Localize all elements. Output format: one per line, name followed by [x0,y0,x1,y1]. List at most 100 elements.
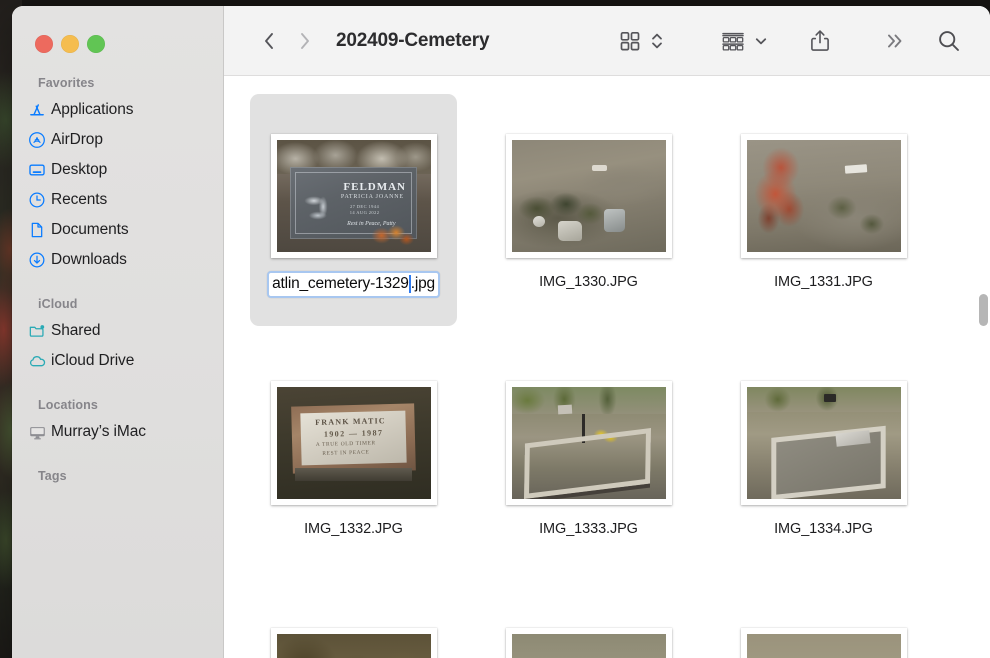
photo-dry-brush [276,634,431,658]
sidebar-item-shared[interactable]: Shared [21,316,215,346]
sidebar-item-desktop[interactable]: Desktop [21,155,215,185]
file-thumbnail[interactable] [505,381,672,505]
sidebar-group-icloud: iCloud Shared iCloud Drive [12,297,224,376]
file-item[interactable]: FRANK MATIC 1902 — 1987 A TRUE OLD TIMER… [250,341,457,573]
file-name-label: IMG_1333.JPG [539,521,638,537]
close-button[interactable] [35,35,53,53]
file-grid: FELDMAN PATRICIA JOANNE 27 DEC 1944 14 AU… [224,76,990,658]
file-thumbnail[interactable]: FELDMAN PATRICIA JOANNE 27 DEC 1944 14 AU… [270,134,437,258]
photo-rock-right [603,209,626,232]
sidebar-item-label: AirDrop [51,131,103,148]
photo-art-ground-stones [511,140,666,252]
file-name-label: IMG_1332.JPG [304,521,403,537]
cloud-icon [27,351,47,371]
sidebar-item-downloads[interactable]: Downloads [21,245,215,275]
sidebar-item-label: Murray’s iMac [51,423,146,440]
sidebar-item-label: Documents [51,221,129,238]
file-thumbnail[interactable]: FRANK MATIC 1902 — 1987 A TRUE OLD TIMER… [270,381,437,505]
search-icon[interactable] [936,28,962,54]
photo-art-brush-slab [276,634,431,658]
finder-sidebar: Favorites Applications AirDrop Desktop R… [12,6,224,658]
photo-dates-text: 27 DEC 1944 14 AUG 2022 [349,204,380,216]
photo-art-wood-frame-grave [511,387,666,499]
airdrop-icon [27,130,47,150]
sidebar-item-label: Desktop [51,161,108,178]
sidebar-item-applications[interactable]: Applications [21,95,215,125]
file-item[interactable]: IMG_1333.JPG [485,341,692,573]
chevron-left-icon[interactable] [262,30,276,52]
vertical-scrollbar-thumb[interactable] [979,294,988,326]
photo-preview: FELDMAN PATRICIA JOANNE 27 DEC 1944 14 AU… [276,140,431,252]
window-controls [35,35,105,53]
file-item[interactable]: IMG_1330.JPG [485,94,692,326]
photo-given-name-text: PATRICIA JOANNE [340,194,404,201]
sidebar-item-label: iCloud Drive [51,352,135,369]
rename-input-extension: .jpg [410,275,435,292]
chevron-down-icon[interactable] [754,34,768,48]
photo-treeline [511,387,666,414]
rename-input-stem: atlin_cemetery-1329 [272,275,409,292]
sidebar-item-murrays-imac[interactable]: Murray’s iMac [21,417,215,447]
photo-preview [746,140,901,252]
file-grid-container[interactable]: FELDMAN PATRICIA JOANNE 27 DEC 1944 14 AU… [224,76,990,658]
sidebar-section-title-favorites: Favorites [38,76,95,90]
photo-distant-marker [591,164,607,172]
photo-art-feldman-headstone: FELDMAN PATRICIA JOANNE 27 DEC 1944 14 AU… [276,140,431,252]
rename-input[interactable]: atlin_cemetery-1329 .jpg [267,271,440,298]
chevron-right-icon[interactable] [298,30,312,52]
chevron-up-down-icon[interactable] [650,29,664,53]
file-item-selected[interactable]: FELDMAN PATRICIA JOANNE 27 DEC 1944 14 AU… [250,94,457,326]
photo-preview: GOODWIN [746,634,901,658]
finder-window: Favorites Applications AirDrop Desktop R… [12,6,990,658]
file-item[interactable]: IMG_1334.JPG [720,341,927,573]
photo-gravel [817,184,901,248]
photo-preview [511,140,666,252]
zoom-button[interactable] [87,35,105,53]
share-icon[interactable] [808,28,832,54]
photo-background-stone [557,404,572,415]
photo-red-shrub [751,146,819,241]
icon-view-grid-icon[interactable] [618,29,642,53]
file-thumbnail[interactable] [270,628,437,658]
photo-rock-left [557,220,583,241]
navigation-buttons [262,30,312,52]
photo-stone-base [294,467,412,482]
file-item[interactable] [485,588,692,658]
sidebar-item-airdrop[interactable]: AirDrop [21,125,215,155]
desktop-icon [27,160,47,180]
file-item[interactable]: IMG_1331.JPG [720,94,927,326]
photo-matic-dates: 1902 — 1987 [323,427,384,439]
photo-art-gravel-grave [746,387,901,499]
more-chevrons-icon[interactable] [884,30,906,52]
photo-wooden-frame [523,428,651,499]
file-item[interactable]: GOODWIN [720,588,927,658]
sidebar-item-recents[interactable]: Recents [21,185,215,215]
photo-matic-name: FRANK MATIC [315,415,387,427]
file-item[interactable] [250,588,457,658]
photo-red-ground-cover [746,634,901,658]
file-thumbnail[interactable] [740,381,907,505]
photo-matic-line3: A TRUE OLD TIMER [315,439,376,448]
toolbar-right-controls [618,28,990,54]
minimize-button[interactable] [61,35,79,53]
sidebar-group-tags: Tags [12,469,224,483]
photo-matic-line4: REST IN PEACE [322,449,370,457]
file-thumbnail[interactable] [740,134,907,258]
group-by-icon[interactable] [720,29,746,53]
file-thumbnail[interactable]: GOODWIN [740,628,907,658]
file-thumbnail[interactable] [505,134,672,258]
file-thumbnail[interactable] [505,628,672,658]
page-title: 202409-Cemetery [336,29,490,51]
sidebar-item-documents[interactable]: Documents [21,215,215,245]
file-name-label: IMG_1330.JPG [539,274,638,290]
sidebar-group-locations: Locations Murray’s iMac [12,398,224,447]
sidebar-item-label: Downloads [51,251,127,268]
sidebar-item-label: Recents [51,191,108,208]
photo-stone-face: FRANK MATIC 1902 — 1987 A TRUE OLD TIMER… [300,410,407,465]
photo-art-red-bush [746,140,901,252]
photo-preview [511,387,666,499]
download-icon [27,250,47,270]
sidebar-item-label: Applications [51,101,134,118]
sidebar-item-icloud-drive[interactable]: iCloud Drive [21,346,215,376]
photo-autumn-leaves [365,220,419,250]
